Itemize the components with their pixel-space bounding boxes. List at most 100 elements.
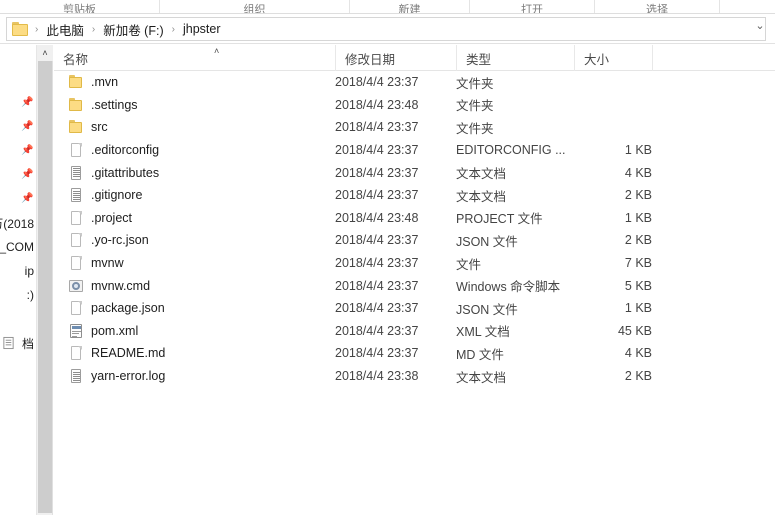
file-name-cell[interactable]: .yo-rc.json: [68, 229, 328, 252]
file-row[interactable]: README.md 2018/4/4 23:37 MD 文件 4 KB: [54, 342, 775, 365]
nav-item-0[interactable]: 📌: [0, 93, 36, 113]
nav-item-5[interactable]: 万(2018: [0, 213, 36, 233]
address-box[interactable]: › 此电脑 › 新加卷 (F:) › jhpster: [6, 17, 766, 41]
ribbon-group-overflow[interactable]: [720, 0, 775, 13]
file-type-cell: 文件: [456, 257, 482, 272]
column-header-size[interactable]: 大小: [574, 45, 652, 71]
file-size-cell: 1 KB: [624, 210, 652, 225]
chevron-down-icon[interactable]: ⌄: [753, 18, 767, 32]
file-name-label: .project: [91, 210, 132, 225]
nav-item-label: :): [26, 288, 34, 302]
folder-icon: [68, 74, 84, 90]
file-size-cell: 5 KB: [624, 278, 652, 293]
file-row[interactable]: mvnw.cmd 2018/4/4 23:37 Windows 命令脚本 5 KB: [54, 274, 775, 297]
file-list[interactable]: .mvn 2018/4/4 23:37 文件夹 .settings 2018/4/4 2…: [54, 71, 775, 515]
file-type-cell: 文件夹: [456, 99, 494, 114]
ribbon-group-open[interactable]: 打开: [470, 0, 595, 14]
file-name-cell[interactable]: mvnw.cmd: [68, 274, 328, 297]
file-size-cell: [574, 71, 652, 94]
file-date-cell: 2018/4/4 23:37: [335, 301, 419, 316]
address-bar[interactable]: › 此电脑 › 新加卷 (F:) › jhpster ⌄: [0, 14, 775, 44]
column-header-type[interactable]: 类型: [456, 45, 574, 71]
file-name-label: pom.xml: [91, 323, 139, 338]
file-row[interactable]: pom.xml 2018/4/4 23:37 XML 文档 45 KB: [54, 320, 775, 343]
ribbon-group-clipboard[interactable]: 剪贴板: [0, 0, 160, 13]
file-name-cell[interactable]: yarn-error.log: [68, 365, 328, 388]
file-name-cell[interactable]: src: [68, 116, 328, 139]
ribbon-group-organize[interactable]: 组织: [160, 0, 350, 14]
column-header-spare[interactable]: [652, 45, 730, 71]
file-name-cell[interactable]: .editorconfig: [68, 139, 328, 162]
ribbon-group-label: 组织: [243, 4, 266, 14]
ribbon-group-select[interactable]: 选择: [595, 0, 720, 13]
file-size-cell: 2 KB: [624, 369, 652, 384]
file-icon: [68, 210, 84, 226]
file-name-label: .gitignore: [91, 188, 143, 203]
file-name-label: mvnw: [91, 256, 124, 271]
nav-item-label: 万(2018: [0, 216, 34, 231]
breadcrumb-item-1[interactable]: 新加卷 (F:): [101, 19, 165, 40]
file-row[interactable]: mvnw 2018/4/4 23:37 文件 7 KB: [54, 252, 775, 275]
nav-item-9[interactable]: 档: [0, 333, 36, 353]
navigation-scrollbar[interactable]: ˄: [37, 45, 53, 515]
navigation-pane[interactable]: 📌 📌 📌 📌 📌 万(2018 e_COMip:) 档: [0, 45, 37, 515]
file-name-cell[interactable]: pom.xml: [68, 320, 328, 343]
file-row[interactable]: .yo-rc.json 2018/4/4 23:37 JSON 文件 2 KB: [54, 229, 775, 252]
file-row[interactable]: .gitattributes 2018/4/4 23:37 文本文档 4 KB: [54, 161, 775, 184]
file-name-cell[interactable]: README.md: [68, 342, 328, 365]
file-name-label: .gitattributes: [91, 165, 160, 180]
file-date-cell: 2018/4/4 23:48: [335, 97, 419, 112]
file-name-label: .mvn: [91, 75, 119, 90]
column-header-name[interactable]: 名称: [54, 45, 335, 71]
file-type-cell: JSON 文件: [456, 234, 518, 249]
file-name-label: yarn-error.log: [91, 369, 166, 384]
file-row[interactable]: .gitignore 2018/4/4 23:37 文本文档 2 KB: [54, 184, 775, 207]
file-size-cell: 2 KB: [624, 233, 652, 248]
file-date-cell: 2018/4/4 23:38: [335, 369, 419, 384]
file-icon: [68, 300, 84, 316]
document-icon: [3, 336, 14, 350]
file-date-cell: 2018/4/4 23:37: [335, 256, 419, 271]
ribbon-group-label: 新建: [398, 4, 421, 14]
file-name-cell[interactable]: .gitattributes: [68, 161, 328, 184]
file-date-cell: 2018/4/4 23:37: [335, 165, 419, 180]
nav-item-2[interactable]: 📌: [0, 141, 36, 161]
file-name-cell[interactable]: .settings: [68, 94, 328, 117]
nav-item-label: ip: [24, 264, 34, 278]
file-row[interactable]: package.json 2018/4/4 23:37 JSON 文件 1 KB: [54, 297, 775, 320]
file-row[interactable]: yarn-error.log 2018/4/4 23:38 文本文档 2 KB: [54, 365, 775, 388]
scrollbar-thumb[interactable]: [38, 61, 52, 513]
column-header-label: 名称: [63, 52, 89, 67]
file-row[interactable]: .settings 2018/4/4 23:48 文件夹: [54, 94, 775, 117]
file-size-cell: 7 KB: [624, 256, 652, 271]
cmd-script-icon: [68, 278, 84, 294]
file-name-label: .yo-rc.json: [91, 233, 149, 248]
sort-ascending-icon: ˄: [214, 46, 220, 56]
file-row[interactable]: src 2018/4/4 23:37 文件夹: [54, 116, 775, 139]
file-row[interactable]: .editorconfig 2018/4/4 23:37 EDITORCONFIG …: [54, 139, 775, 162]
file-name-cell[interactable]: .mvn: [68, 71, 328, 94]
file-row[interactable]: .project 2018/4/4 23:48 PROJECT 文件 1 KB: [54, 207, 775, 230]
scroll-up-button[interactable]: ˄: [37, 45, 53, 61]
file-name-cell[interactable]: .project: [68, 207, 328, 230]
breadcrumb-item-0[interactable]: 此电脑: [44, 19, 86, 40]
nav-item-3[interactable]: 📌: [0, 165, 36, 185]
file-date-cell: 2018/4/4 23:37: [335, 323, 419, 338]
file-type-cell: 文件夹: [456, 121, 494, 136]
nav-item-8[interactable]: :): [0, 285, 36, 305]
ribbon-group-label: 打开: [521, 4, 543, 14]
file-type-cell: PROJECT 文件: [456, 212, 543, 227]
breadcrumb-item-2[interactable]: jhpster: [181, 21, 223, 37]
ribbon-group-new[interactable]: 新建: [350, 0, 470, 14]
nav-item-4[interactable]: 📌: [0, 189, 36, 209]
file-row[interactable]: .mvn 2018/4/4 23:37 文件夹: [54, 71, 775, 94]
file-name-cell[interactable]: .gitignore: [68, 184, 328, 207]
file-name-cell[interactable]: mvnw: [68, 252, 328, 275]
column-header-date[interactable]: 修改日期: [335, 45, 456, 71]
file-name-cell[interactable]: package.json: [68, 297, 328, 320]
file-type-cell: 文本文档: [456, 370, 507, 385]
nav-item-6[interactable]: e_COM: [0, 237, 36, 257]
nav-item-1[interactable]: 📌: [0, 117, 36, 137]
nav-item-7[interactable]: ip: [0, 261, 36, 281]
file-type-cell: EDITORCONFIG ...: [456, 143, 566, 158]
